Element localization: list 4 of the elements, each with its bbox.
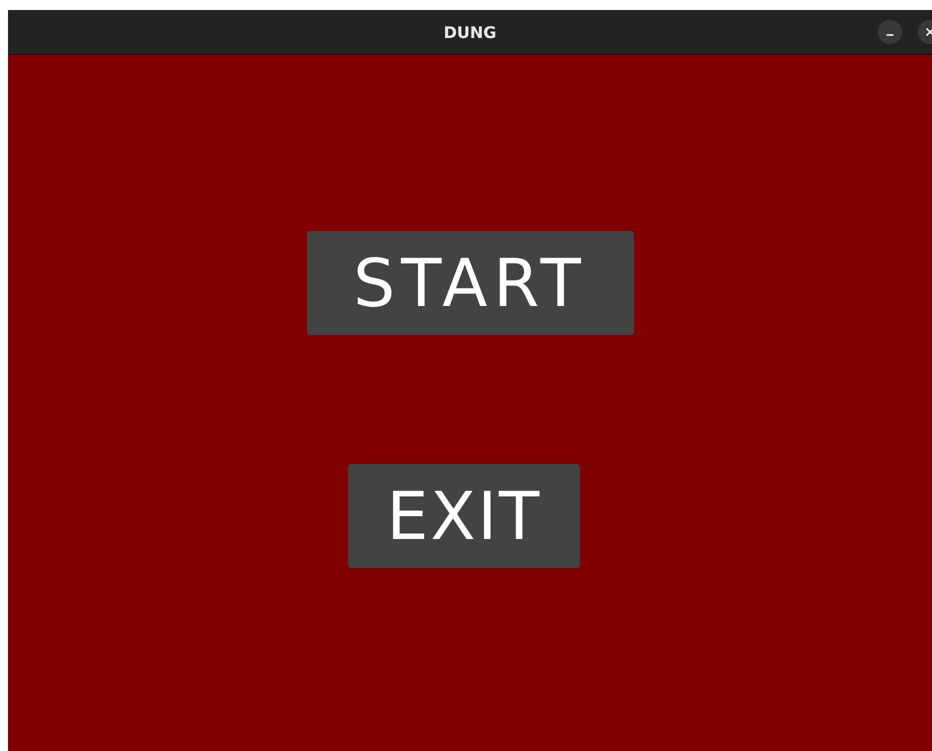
minimize-icon[interactable] bbox=[878, 20, 902, 44]
menu-button[interactable]: START bbox=[306, 231, 634, 335]
window-title: DUNG bbox=[444, 22, 496, 42]
menu-button[interactable]: EXIT bbox=[348, 464, 580, 568]
